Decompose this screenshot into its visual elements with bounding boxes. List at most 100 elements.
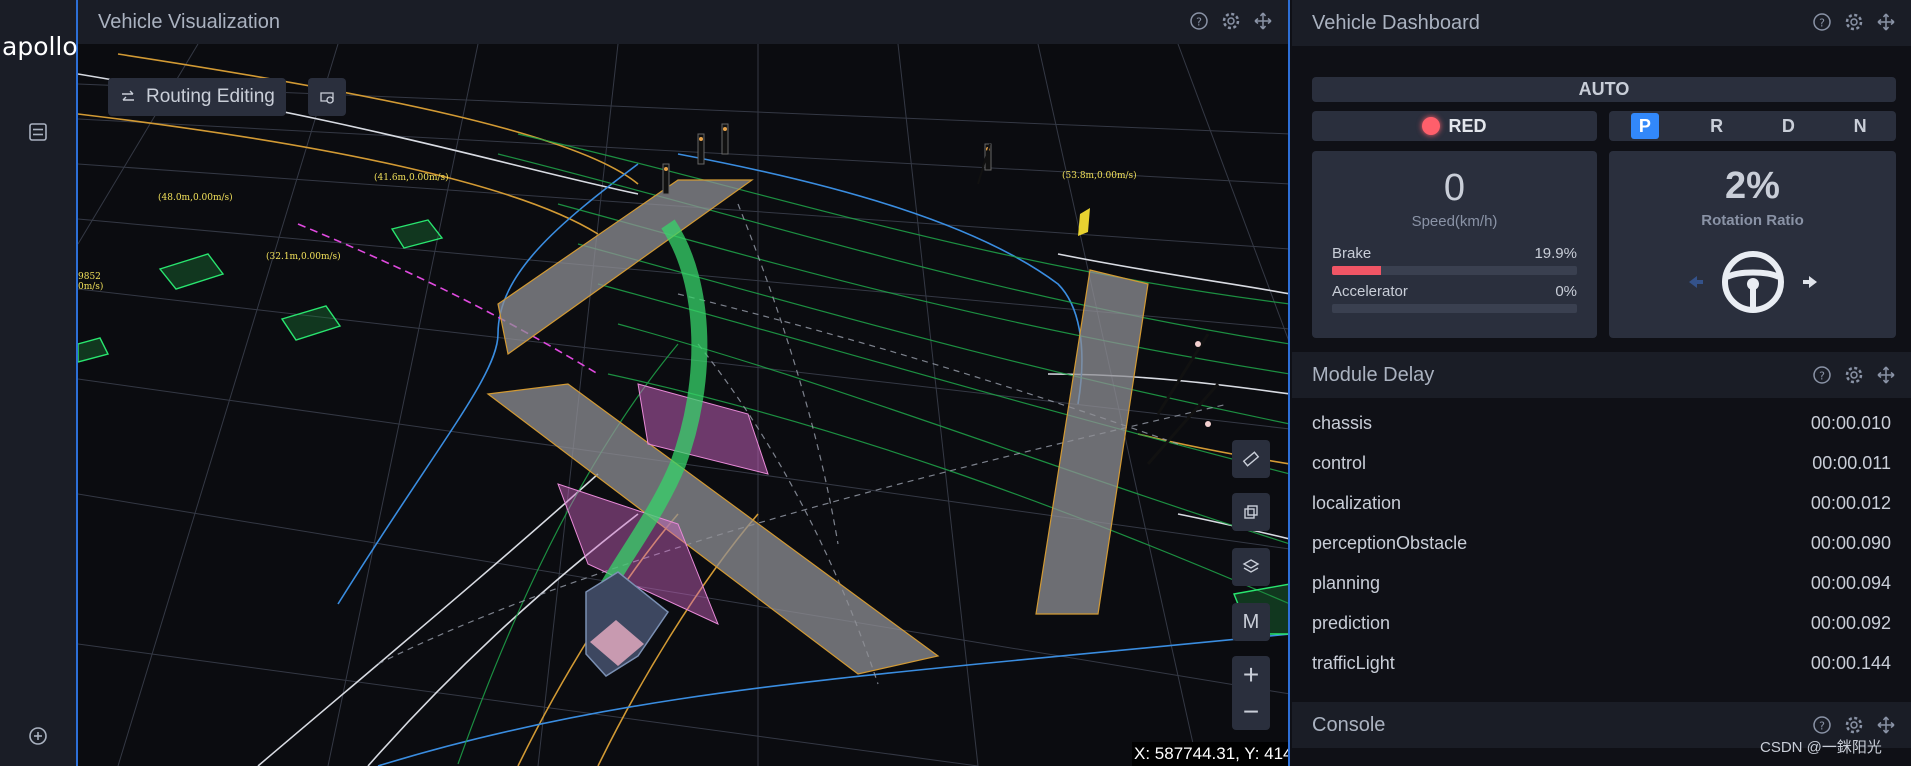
traffic-light-status: RED [1312, 111, 1597, 141]
help-icon[interactable]: ? [1188, 10, 1210, 32]
zoom-control: + − [1232, 656, 1270, 730]
apollo-logo: apollo [2, 32, 78, 61]
delay-module-name: planning [1312, 572, 1381, 593]
obstacle-label: (32.1m,0.00m/s) [266, 252, 341, 262]
brake-bar-fill [1332, 266, 1381, 275]
svg-text:?: ? [1819, 720, 1825, 733]
dashboard-title: Vehicle Dashboard [1312, 11, 1480, 34]
app-root: apollo Vehicle Visualization ? (48.0m,0.… [0, 0, 1911, 766]
delay-value: 00:00.094 [1810, 572, 1891, 593]
gear-p[interactable]: P [1630, 113, 1659, 139]
3d-scene-canvas[interactable] [78, 44, 1290, 766]
csdn-watermark: CSDN @一銤阳光 [1760, 739, 1882, 756]
ruler-icon [1242, 451, 1260, 467]
gear-d[interactable]: D [1774, 113, 1802, 139]
visualization-header-icons: ? [1188, 10, 1274, 32]
delay-module-name: trafficLight [1312, 652, 1395, 673]
rotation-card: 2% Rotation Ratio [1609, 151, 1896, 338]
delay-row-perception-obstacle: perceptionObstacle 00:00.090 [1292, 523, 1911, 563]
turn-right-arrow-icon [1803, 276, 1817, 288]
gear-r[interactable]: R [1703, 113, 1731, 139]
gear-selector: P R D N [1609, 111, 1896, 141]
rotation-value: 2% [1725, 165, 1780, 207]
left-rail: apollo [0, 0, 78, 766]
delay-value: 00:00.010 [1810, 412, 1891, 433]
delay-value: 00:00.090 [1810, 532, 1891, 553]
module-delay-list: chassis 00:00.010 control 00:00.011 locali… [1292, 403, 1911, 683]
accelerator-metric: Accelerator 0% [1332, 283, 1577, 313]
delay-row-planning: planning 00:00.094 [1292, 563, 1911, 603]
delay-module-name: chassis [1312, 412, 1373, 433]
route-settings-icon [320, 92, 334, 104]
copy-button[interactable] [1232, 493, 1270, 531]
copy-icon [1244, 505, 1258, 519]
route-settings-button[interactable] [308, 78, 346, 116]
steering-wheel-icon [1722, 251, 1784, 313]
sliders-icon[interactable] [24, 118, 52, 146]
speed-card: 0 Speed(km/h) Brake 19.9% Accelerator 0% [1312, 151, 1597, 338]
help-icon[interactable]: ? [1811, 714, 1833, 736]
delay-value: 00:00.011 [1812, 452, 1891, 473]
red-light-icon [1422, 117, 1441, 135]
steering-wheel-group [1689, 251, 1817, 313]
accelerator-label: Accelerator [1332, 283, 1408, 300]
delay-module-name: control [1312, 452, 1367, 473]
move-arrows-icon[interactable] [1252, 10, 1274, 32]
dashboard-header: Vehicle Dashboard ? [1292, 0, 1911, 46]
zoom-in-button[interactable]: + [1232, 656, 1270, 693]
right-panel: Vehicle Dashboard ? AUTO RED P R D N 0 S… [1292, 0, 1911, 766]
delay-module-name: perceptionObstacle [1312, 532, 1468, 553]
map-mode-button[interactable]: M [1232, 603, 1270, 641]
svg-text:?: ? [1196, 16, 1202, 29]
obstacle-label: (41.6m,0.00m/s) [374, 173, 449, 183]
add-circle-icon[interactable] [24, 722, 52, 750]
gear-n[interactable]: N [1846, 113, 1874, 139]
delay-row-traffic-light: trafficLight 00:00.144 [1292, 643, 1911, 683]
settings-gear-icon[interactable] [1843, 364, 1865, 386]
delay-module-name: prediction [1312, 612, 1391, 633]
layers-icon [1242, 559, 1260, 573]
module-delay-header: Module Delay ? [1292, 352, 1911, 398]
obstacle-label: (48.0m,0.00m/s) [158, 193, 233, 203]
console-title: Console [1312, 713, 1386, 736]
zoom-out-button[interactable]: − [1232, 693, 1270, 730]
settings-gear-icon[interactable] [1220, 10, 1242, 32]
traffic-light-label: RED [1448, 115, 1487, 136]
delay-value: 00:00.012 [1810, 492, 1891, 513]
delay-row-control: control 00:00.011 [1292, 443, 1911, 483]
module-delay-header-icons: ? [1811, 364, 1897, 386]
svg-text:?: ? [1819, 370, 1825, 383]
help-icon[interactable]: ? [1811, 11, 1833, 33]
driving-mode-badge: AUTO [1312, 77, 1896, 102]
speed-unit-label: Speed(km/h) [1411, 213, 1498, 230]
brake-value: 19.9% [1534, 245, 1577, 262]
settings-gear-icon[interactable] [1843, 714, 1865, 736]
delay-row-chassis: chassis 00:00.010 [1292, 403, 1911, 443]
console-header-icons: ? [1811, 714, 1897, 736]
turn-left-arrow-icon [1689, 276, 1703, 288]
obstacle-label: 9852 0m/s) [78, 272, 104, 292]
speed-value: 0 [1443, 167, 1466, 209]
move-arrows-icon[interactable] [1875, 11, 1897, 33]
delay-row-prediction: prediction 00:00.092 [1292, 603, 1911, 643]
settings-gear-icon[interactable] [1843, 11, 1865, 33]
delay-value: 00:00.092 [1810, 612, 1891, 633]
delay-value: 00:00.144 [1810, 652, 1891, 673]
layers-button[interactable] [1232, 548, 1270, 586]
brake-label: Brake [1332, 245, 1372, 262]
delay-module-name: localization [1312, 492, 1402, 513]
svg-text:?: ? [1819, 17, 1825, 30]
coordinates-readout: X: 587744.31, Y: 4141429.06 [1132, 742, 1288, 766]
swap-arrows-icon [122, 90, 134, 101]
delay-row-localization: localization 00:00.012 [1292, 483, 1911, 523]
move-arrows-icon[interactable] [1875, 364, 1897, 386]
routing-editing-label: Routing Editing [146, 86, 275, 107]
routing-editing-button[interactable]: Routing Editing [108, 78, 286, 116]
brake-bar [1332, 266, 1577, 275]
move-arrows-icon[interactable] [1875, 714, 1897, 736]
ruler-button[interactable] [1232, 440, 1270, 478]
accelerator-bar [1332, 304, 1577, 313]
module-delay-title: Module Delay [1312, 363, 1435, 386]
rotation-label: Rotation Ratio [1701, 212, 1804, 229]
help-icon[interactable]: ? [1811, 364, 1833, 386]
